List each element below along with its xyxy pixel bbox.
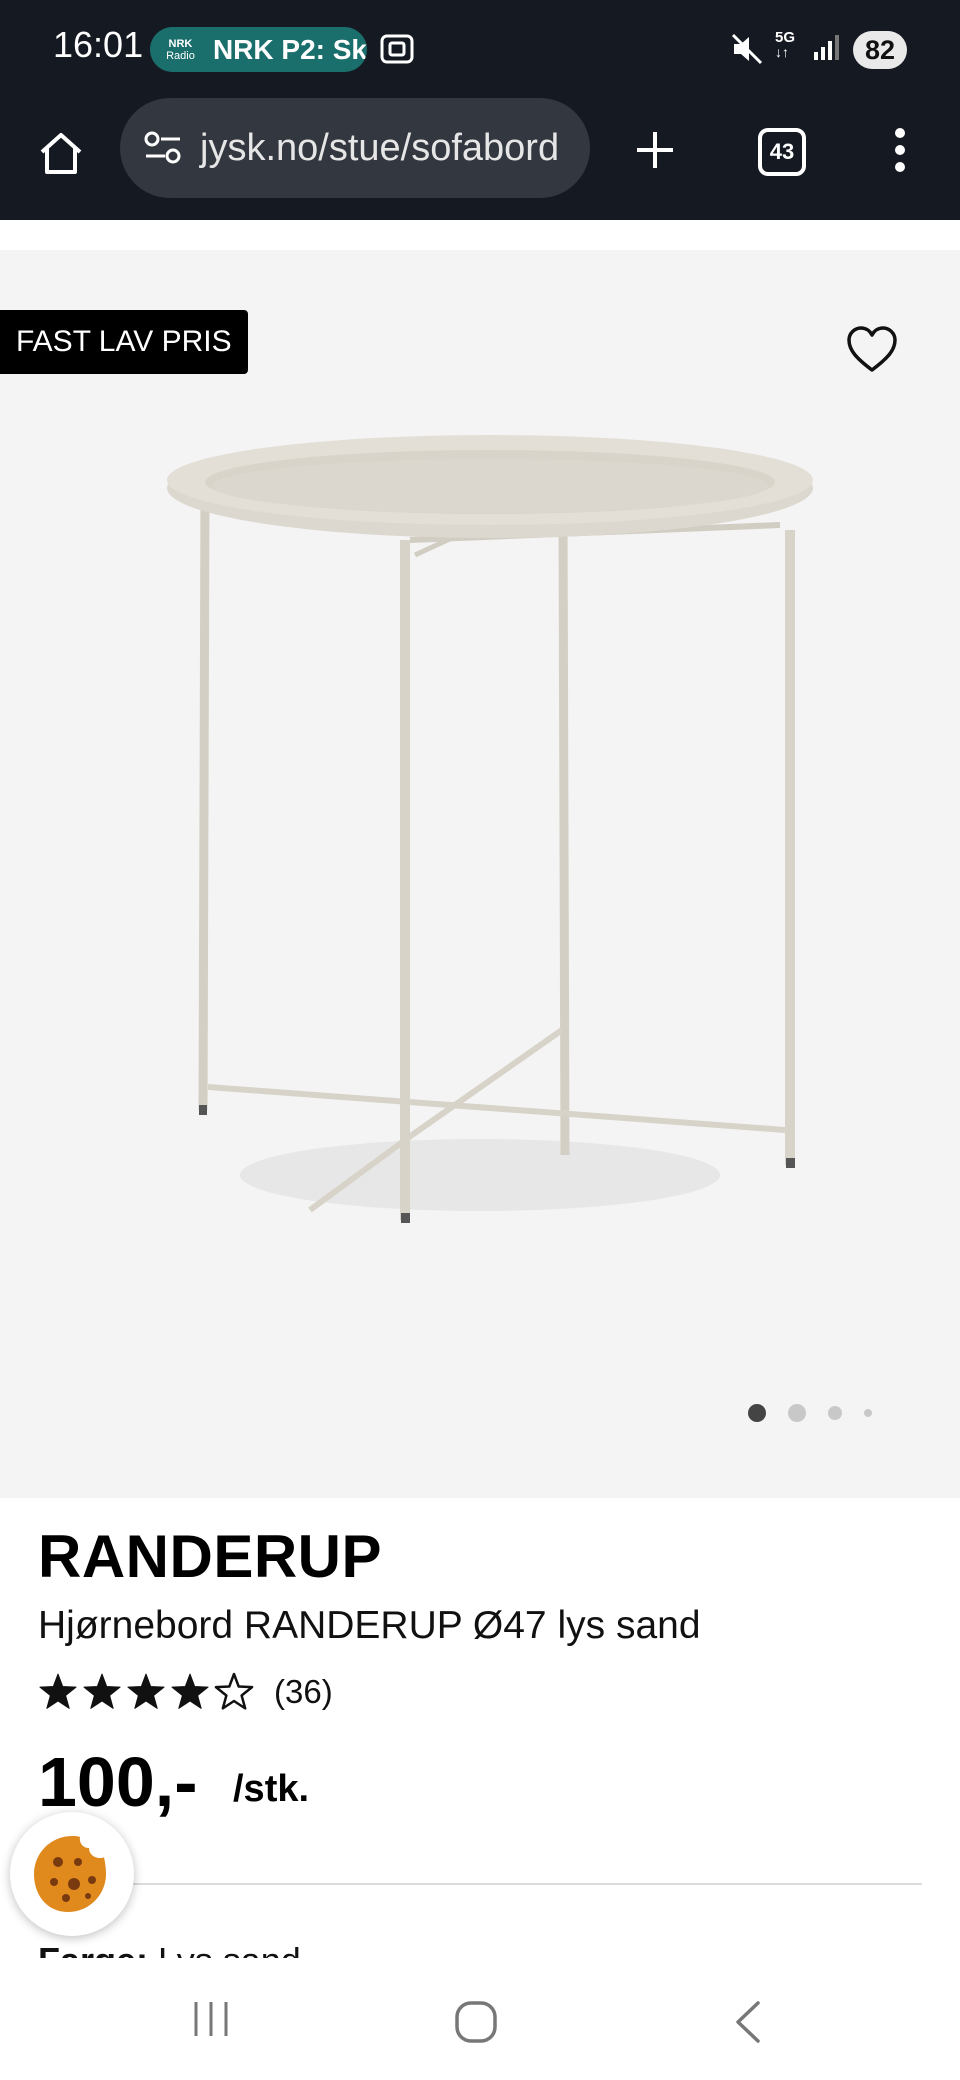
- gallery-dot[interactable]: [788, 1404, 806, 1422]
- system-navigation-bar: [0, 1958, 960, 2080]
- product-price: 100,-: [38, 1743, 198, 1821]
- product-rating[interactable]: (36): [38, 1672, 333, 1712]
- recent-apps-icon: [194, 2002, 228, 2036]
- signal-icon: [812, 34, 842, 66]
- plus-icon: [637, 132, 673, 168]
- media-label: NRK P2: Sk: [212, 33, 367, 65]
- back-button[interactable]: [730, 2000, 764, 2048]
- product-brand: RANDERUP: [38, 1523, 383, 1590]
- browser-toolbar: jysk.no/stue/sofabord 43: [0, 98, 960, 220]
- star-filled-icon: [171, 1673, 209, 1709]
- gallery-dot-active[interactable]: [748, 1404, 766, 1422]
- screenshot-icon: [380, 34, 414, 68]
- price-badge: FAST LAV PRIS: [0, 310, 248, 374]
- site-settings-icon[interactable]: [142, 127, 184, 169]
- favorite-button[interactable]: [846, 326, 898, 374]
- star-filled-icon: [83, 1673, 121, 1709]
- star-empty-icon: [214, 1672, 254, 1710]
- url-text: jysk.no/stue/sofabord: [200, 126, 560, 169]
- media-notification-pill[interactable]: NRK Radio NRK P2: Sk: [150, 27, 367, 72]
- tab-switcher-button[interactable]: 43: [758, 128, 806, 176]
- star-filled-icon: [39, 1673, 77, 1709]
- new-tab-button[interactable]: [625, 120, 685, 180]
- home-button[interactable]: [30, 122, 92, 184]
- address-bar[interactable]: jysk.no/stue/sofabord: [120, 98, 590, 198]
- more-vert-icon: [895, 128, 905, 172]
- home-icon: [40, 133, 82, 174]
- status-time: 16:01: [53, 24, 144, 65]
- battery-indicator: 82: [853, 31, 907, 69]
- review-count[interactable]: (36): [274, 1673, 333, 1711]
- mute-icon: [730, 32, 764, 70]
- cookie-icon: [34, 1836, 106, 1912]
- star-filled-icon: [127, 1673, 165, 1709]
- system-home-button[interactable]: [454, 2000, 498, 2048]
- gallery-pagination[interactable]: [748, 1403, 894, 1423]
- product-photo: [167, 435, 813, 1223]
- product-image-gallery[interactable]: FAST LAV PRIS: [0, 250, 960, 1498]
- home-circle-icon: [455, 2001, 497, 2043]
- product-title: Hjørnebord RANDERUP Ø47 lys sand: [38, 1604, 701, 1647]
- back-chevron-icon: [736, 2001, 760, 2043]
- gallery-dot[interactable]: [864, 1409, 872, 1417]
- network-type: 5G ↓↑: [775, 29, 796, 60]
- price-unit: /stk.: [233, 1768, 310, 1810]
- nrk-radio-logo: NRK Radio: [166, 37, 195, 62]
- cookie-settings-button[interactable]: [10, 1812, 134, 1936]
- star-rating-icons: [39, 1672, 254, 1710]
- heart-icon: [847, 326, 897, 372]
- gallery-dot[interactable]: [828, 1406, 842, 1420]
- recent-apps-button[interactable]: [190, 2000, 232, 2042]
- browser-menu-button[interactable]: [880, 120, 920, 180]
- status-bar: 16:01 NRK Radio NRK P2: Sk 5G ↓↑ 82: [0, 0, 960, 98]
- divider: [38, 1883, 922, 1885]
